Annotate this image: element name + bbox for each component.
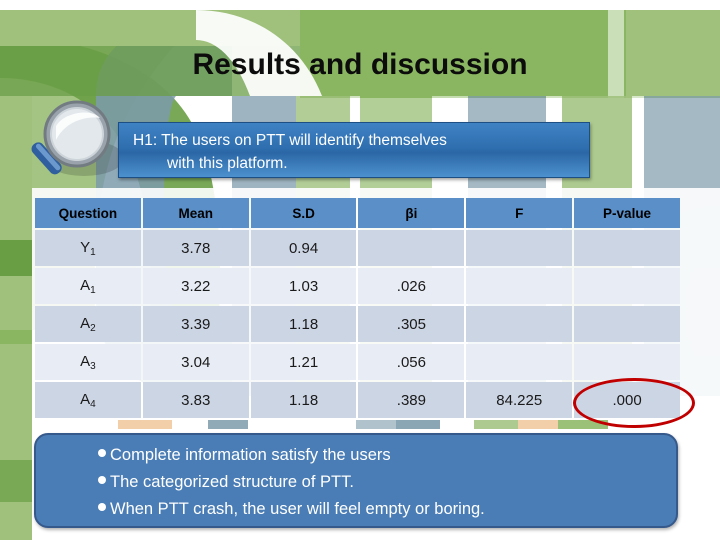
findings-callout: Complete information satisfy the users T…	[34, 433, 678, 528]
cell-beta: .389	[358, 382, 465, 418]
table-row: A1 3.22 1.03 .026	[35, 268, 680, 304]
cell-question: A4	[35, 382, 141, 418]
table-row: A3 3.04 1.21 .056	[35, 344, 680, 380]
column-header-beta: βi	[358, 198, 465, 228]
bullet-text: Complete information satisfy the users	[110, 446, 391, 464]
callout-line-1: H1: The users on PTT will identify thems…	[133, 132, 447, 149]
column-header-pvalue: P-value	[574, 198, 680, 228]
hypothesis-callout: H1: The users on PTT will identify thems…	[118, 122, 590, 178]
cell-sd: 1.03	[250, 268, 357, 304]
callout-line-2: with this platform.	[167, 155, 288, 172]
cell-f	[466, 306, 573, 342]
cell-pvalue	[574, 306, 680, 342]
column-header-sd: S.D	[250, 198, 357, 228]
cell-beta: .026	[358, 268, 465, 304]
table-row: A2 3.39 1.18 .305	[35, 306, 680, 342]
cell-f: 84.225	[466, 382, 573, 418]
bullet-dot-icon	[98, 503, 106, 511]
slide-title: Results and discussion	[192, 48, 528, 81]
table-row: A4 3.83 1.18 .389 84.225 .000	[35, 382, 680, 418]
list-item: The categorized structure of PTT.	[98, 469, 676, 496]
bullet-text: The categorized structure of PTT.	[110, 473, 354, 491]
table-header-row: Question Mean S.D βi F P-value	[35, 198, 680, 228]
cell-mean: 3.04	[142, 344, 249, 380]
bullet-dot-icon	[98, 449, 106, 457]
results-table: Question Mean S.D βi F P-value Y1 3.78 0…	[33, 196, 682, 420]
cell-beta	[358, 230, 465, 266]
cell-question: A1	[35, 268, 141, 304]
column-header-f: F	[466, 198, 573, 228]
bullet-dot-icon	[98, 476, 106, 484]
cell-sd: 0.94	[250, 230, 357, 266]
bullet-text: When PTT crash, the user will feel empty…	[110, 500, 485, 518]
cell-sd: 1.18	[250, 306, 357, 342]
column-header-mean: Mean	[142, 198, 249, 228]
list-item: Complete information satisfy the users	[98, 442, 676, 469]
cell-sd: 1.21	[250, 344, 357, 380]
results-table-container: Question Mean S.D βi F P-value Y1 3.78 0…	[33, 196, 682, 420]
cell-beta: .056	[358, 344, 465, 380]
cell-beta: .305	[358, 306, 465, 342]
column-header-question: Question	[35, 198, 141, 228]
list-item: When PTT crash, the user will feel empty…	[98, 496, 676, 523]
table-row: Y1 3.78 0.94	[35, 230, 680, 266]
cell-mean: 3.22	[142, 268, 249, 304]
cell-question: A3	[35, 344, 141, 380]
presentation-slide: Results and discussion H1: The users on …	[0, 0, 720, 540]
cell-pvalue	[574, 268, 680, 304]
cell-question: Y1	[35, 230, 141, 266]
cell-mean: 3.39	[142, 306, 249, 342]
cell-f	[466, 230, 573, 266]
cell-f	[466, 344, 573, 380]
cell-pvalue	[574, 230, 680, 266]
cell-question: A2	[35, 306, 141, 342]
cell-pvalue: .000	[574, 382, 680, 418]
cell-sd: 1.18	[250, 382, 357, 418]
cell-mean: 3.83	[142, 382, 249, 418]
cell-mean: 3.78	[142, 230, 249, 266]
cell-pvalue	[574, 344, 680, 380]
cell-f	[466, 268, 573, 304]
